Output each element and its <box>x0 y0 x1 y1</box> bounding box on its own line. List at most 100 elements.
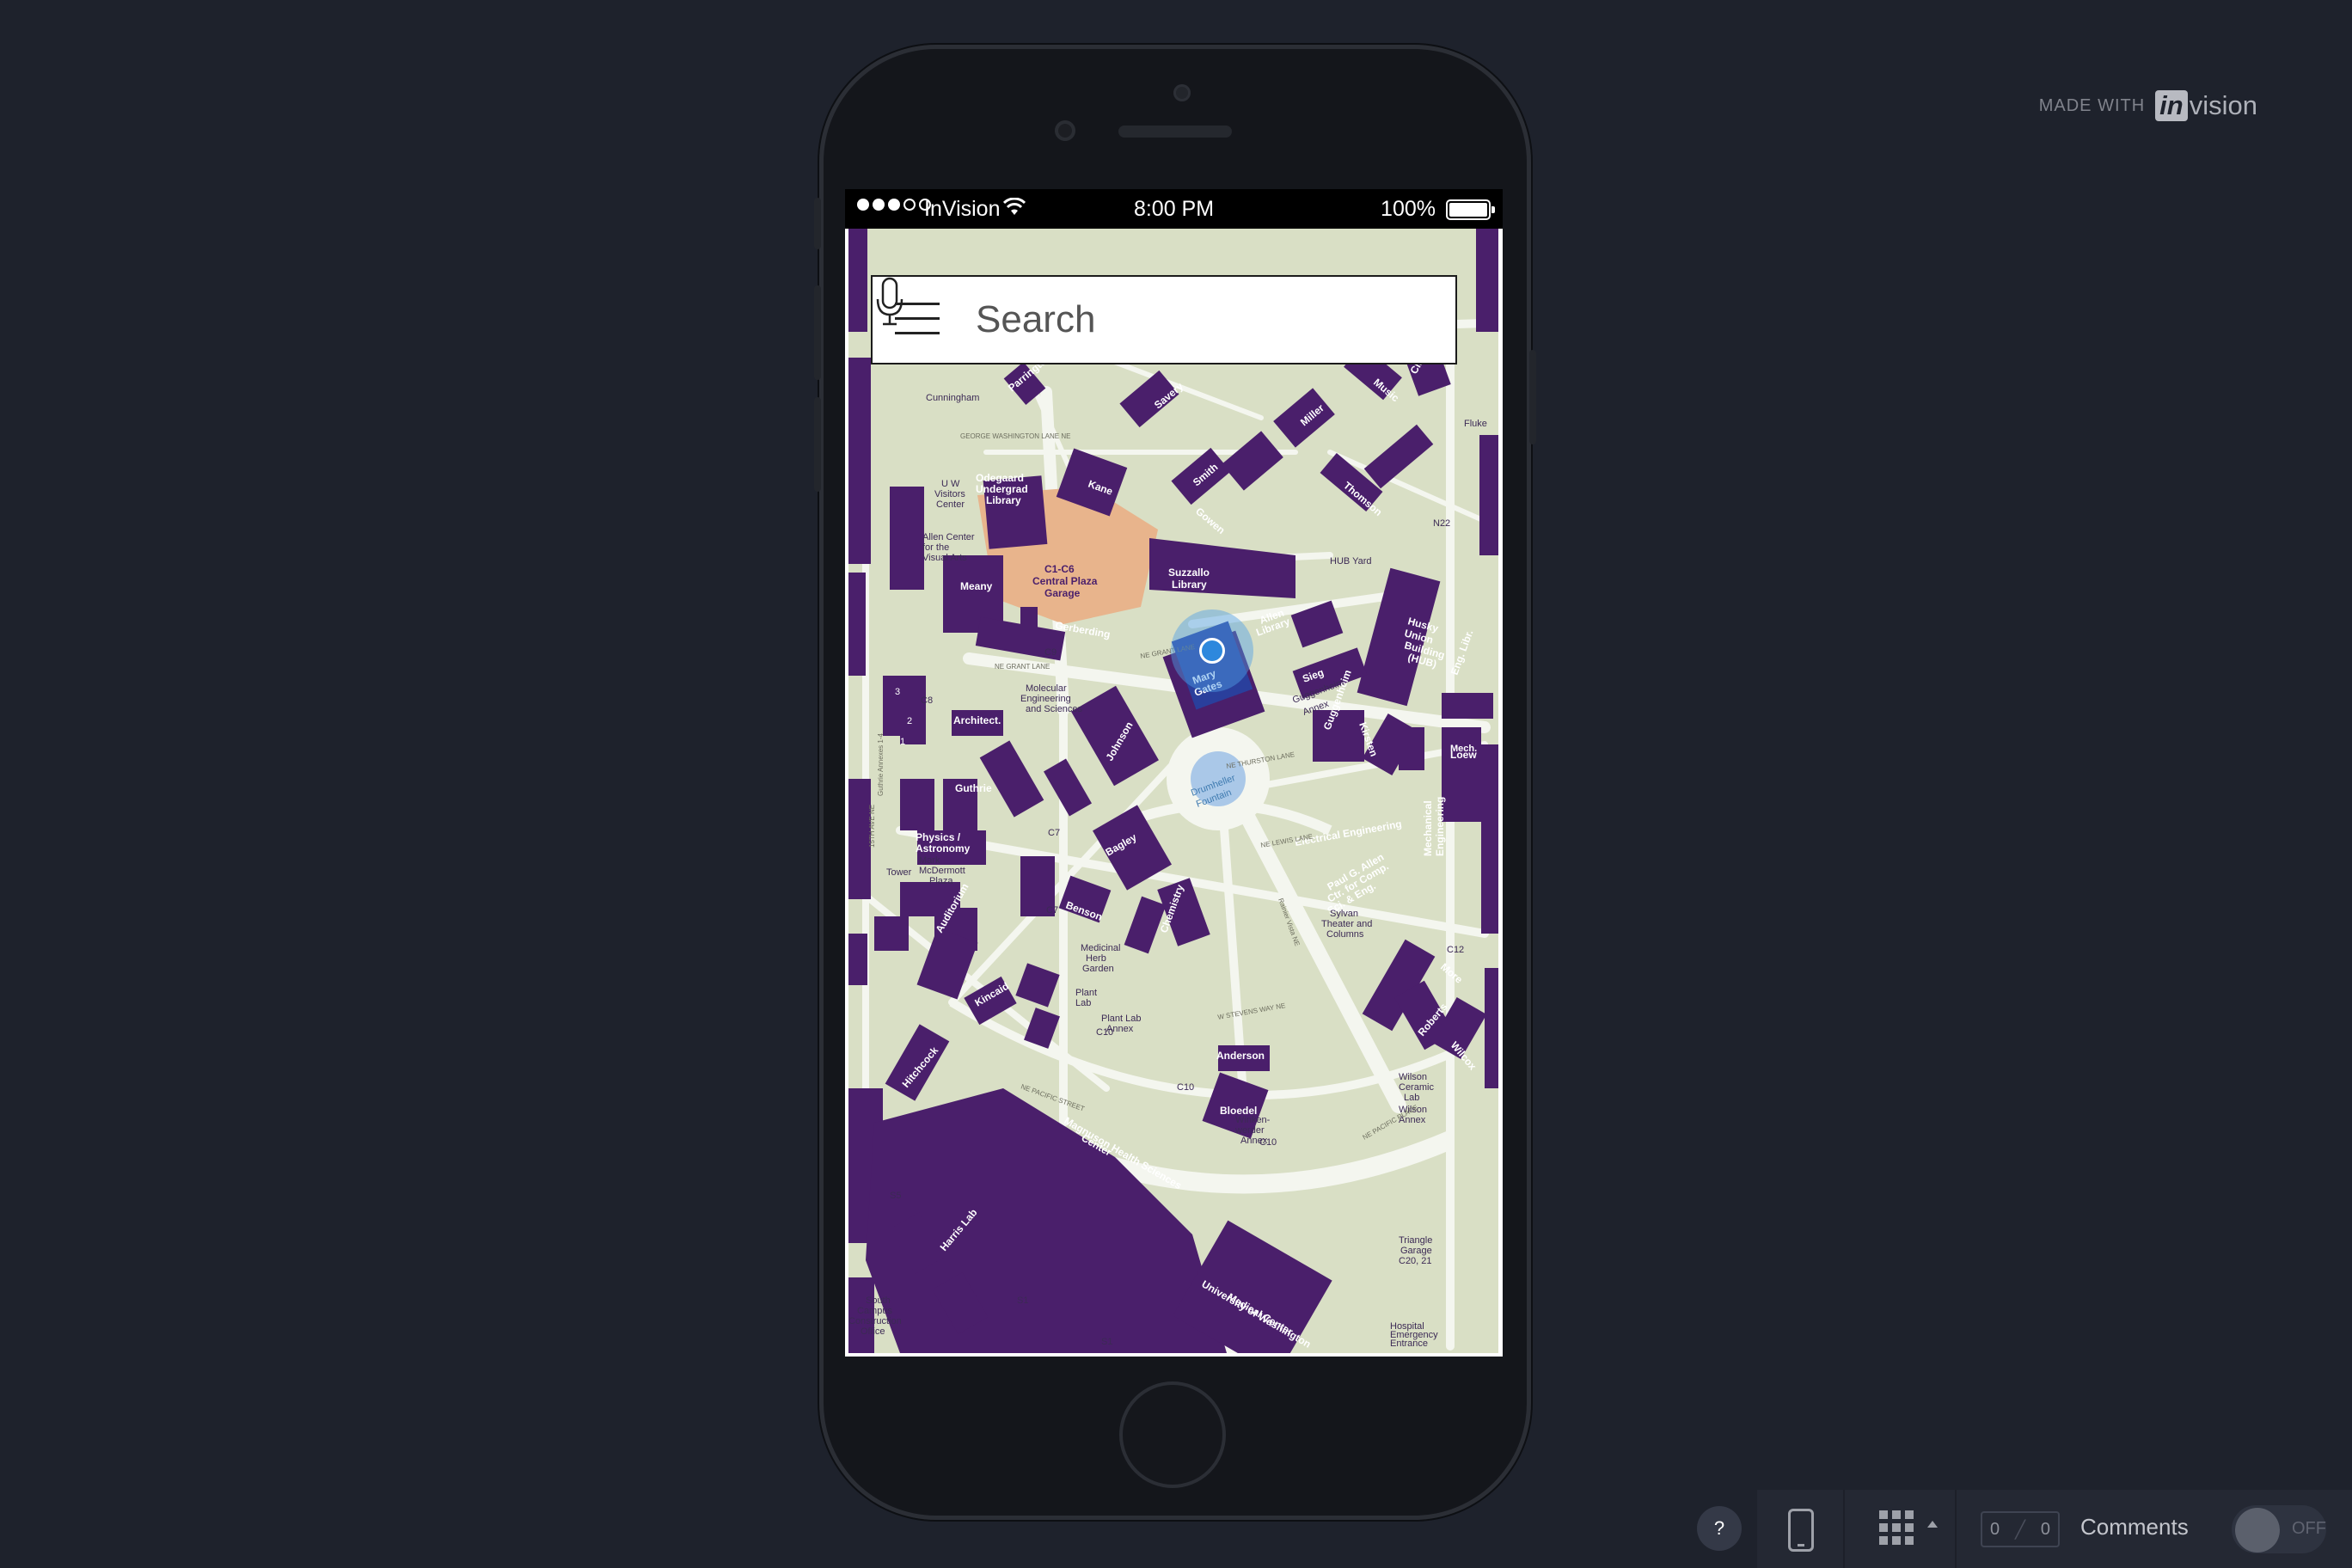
svg-text:Campus: Campus <box>857 1306 892 1316</box>
svg-text:Gowen: Gowen <box>1193 505 1228 536</box>
svg-text:C12: C12 <box>1447 945 1464 955</box>
proximity-sensor <box>1173 84 1191 101</box>
svg-text:S1: S1 <box>1101 1337 1112 1347</box>
svg-text:Medicinal: Medicinal <box>1081 943 1120 953</box>
volume-down-button <box>814 397 821 492</box>
svg-text:Library: Library <box>1172 579 1207 591</box>
campus-map-drawing: Odegaard Undergrad Library Kane Savery P… <box>848 229 1498 1353</box>
svg-text:South: South <box>866 1295 891 1306</box>
made-with-invision[interactable]: MADE WITH in vision <box>2039 90 2257 121</box>
battery-percent: 100% <box>1381 197 1436 221</box>
svg-text:C10: C10 <box>1096 1027 1113 1038</box>
svg-text:HUB Yard: HUB Yard <box>1330 556 1372 567</box>
svg-text:McDermott: McDermott <box>919 866 965 876</box>
svg-text:Lab: Lab <box>1404 1093 1419 1103</box>
search-input[interactable] <box>974 292 1373 347</box>
help-button[interactable]: ? <box>1697 1506 1742 1551</box>
caret-up-icon[interactable] <box>1927 1521 1938 1528</box>
svg-text:Office: Office <box>861 1326 885 1337</box>
svg-text:Engineering: Engineering <box>1020 694 1071 704</box>
comment-counter: 0 ╱ 0 <box>1981 1511 2060 1547</box>
svg-text:Library: Library <box>986 494 1021 506</box>
svg-text:Wilson: Wilson <box>1399 1072 1427 1082</box>
svg-text:Guthrie Annexes 1-4: Guthrie Annexes 1-4 <box>877 733 885 796</box>
svg-text:Odegaard: Odegaard <box>976 472 1024 484</box>
svg-text:for the: for the <box>922 542 949 553</box>
svg-text:C7: C7 <box>1046 905 1058 916</box>
svg-text:Lab: Lab <box>1075 998 1091 1008</box>
svg-text:C9: C9 <box>1044 647 1057 658</box>
svg-text:NE LEWIS LANE: NE LEWIS LANE <box>1260 832 1314 849</box>
grid-icon[interactable] <box>1879 1510 1914 1545</box>
comment-count-right: 0 <box>2040 1519 2051 1539</box>
svg-text:Triangle: Triangle <box>1399 1235 1432 1246</box>
phone-icon[interactable] <box>1788 1509 1814 1552</box>
search-bar <box>871 275 1457 364</box>
svg-text:W STEVENS WAY NE: W STEVENS WAY NE <box>1217 1001 1286 1021</box>
bottom-toolbar: 0 ╱ 0 Comments OFF <box>1757 1490 2352 1568</box>
svg-text:Molecular: Molecular <box>1026 683 1067 694</box>
power-button <box>1529 350 1536 444</box>
svg-text:Cunningham: Cunningham <box>926 393 979 403</box>
svg-text:Central Plaza: Central Plaza <box>1032 575 1098 587</box>
campus-map[interactable]: Odegaard Undergrad Library Kane Savery P… <box>848 229 1498 1353</box>
microphone-icon[interactable] <box>873 277 907 328</box>
comment-count-left: 0 <box>1989 1519 2000 1539</box>
toolbar-divider <box>1955 1490 1957 1568</box>
svg-text:1: 1 <box>900 737 905 747</box>
svg-text:Engineering: Engineering <box>1434 797 1446 856</box>
svg-text:Architect.: Architect. <box>953 714 1001 726</box>
svg-text:Construction: Construction <box>848 1316 902 1326</box>
svg-text:GEORGE WASHINGTON LANE NE: GEORGE WASHINGTON LANE NE <box>960 432 1070 440</box>
invision-logo: in vision <box>2155 90 2257 121</box>
home-button[interactable] <box>1119 1381 1226 1488</box>
svg-text:Fluke: Fluke <box>1464 419 1487 429</box>
earpiece-speaker <box>1118 126 1232 138</box>
front-camera <box>1055 120 1075 141</box>
svg-text:Ceramic: Ceramic <box>1399 1082 1434 1093</box>
svg-text:C10: C10 <box>1259 1137 1277 1148</box>
svg-text:Meany: Meany <box>960 580 993 592</box>
current-location-dot[interactable] <box>1199 638 1225 664</box>
svg-text:C8: C8 <box>921 695 933 706</box>
svg-text:and Sciences: and Sciences <box>1026 704 1083 714</box>
svg-text:Columns: Columns <box>1326 929 1364 940</box>
invision-logo-in: in <box>2155 90 2188 121</box>
svg-text:Plaza: Plaza <box>929 876 953 886</box>
svg-text:Garden: Garden <box>1082 964 1114 974</box>
svg-text:C7: C7 <box>1048 828 1060 838</box>
toolbar-divider <box>1843 1490 1845 1568</box>
svg-text:Center: Center <box>936 499 965 510</box>
volume-up-button <box>814 285 821 380</box>
svg-text:Plant: Plant <box>1075 988 1097 998</box>
svg-text:Mech.: Mech. <box>1450 744 1477 754</box>
svg-text:Plant Lab: Plant Lab <box>1101 1014 1141 1024</box>
svg-text:N22: N22 <box>1433 518 1450 529</box>
svg-text:Mark: Mark <box>919 855 940 866</box>
svg-text:NE GRANT LANE: NE GRANT LANE <box>995 663 1050 671</box>
toggle-knob <box>2235 1508 2280 1553</box>
battery-icon <box>1446 199 1495 220</box>
svg-text:C10: C10 <box>1177 1082 1194 1093</box>
svg-text:Suzzallo: Suzzallo <box>1168 567 1210 579</box>
made-with-text: MADE WITH <box>2038 95 2146 115</box>
svg-text:Theater and: Theater and <box>1321 919 1372 929</box>
svg-text:S5: S5 <box>890 1191 901 1201</box>
svg-text:Physics /: Physics / <box>916 831 961 843</box>
svg-text:Mechanical: Mechanical <box>1422 800 1434 856</box>
svg-text:C1-C6: C1-C6 <box>1044 563 1075 575</box>
svg-text:Allen Center: Allen Center <box>922 532 975 542</box>
svg-text:Sylvan: Sylvan <box>1330 909 1358 919</box>
svg-text:Anderson: Anderson <box>1216 1050 1265 1062</box>
svg-text:2: 2 <box>907 716 912 726</box>
comments-toggle[interactable]: OFF <box>2232 1505 2326 1553</box>
svg-text:U W: U W <box>941 479 960 489</box>
svg-text:Garage: Garage <box>1400 1246 1432 1256</box>
invision-logo-text: vision <box>2189 90 2257 120</box>
toggle-state-label: OFF <box>2292 1519 2326 1538</box>
comment-count-slash: ╱ <box>2014 1520 2025 1540</box>
svg-text:Tower: Tower <box>886 867 912 878</box>
comments-label[interactable]: Comments <box>2080 1514 2189 1540</box>
svg-text:Entrance: Entrance <box>1390 1338 1428 1349</box>
svg-text:Visitors: Visitors <box>934 489 965 499</box>
